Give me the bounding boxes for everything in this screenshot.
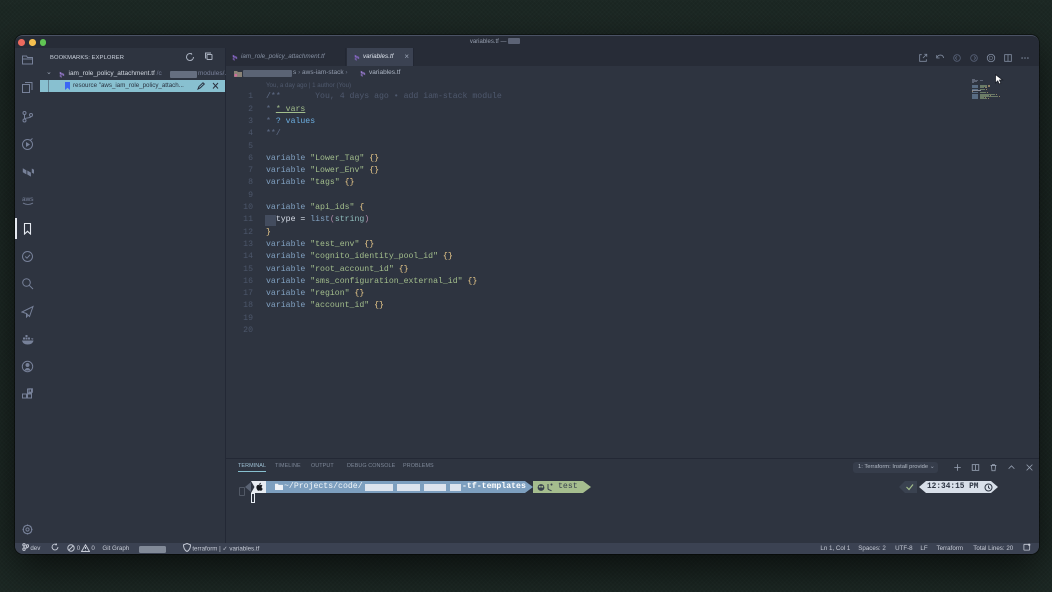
svg-text:D: D xyxy=(989,56,993,62)
svg-text:aws: aws xyxy=(22,196,34,203)
